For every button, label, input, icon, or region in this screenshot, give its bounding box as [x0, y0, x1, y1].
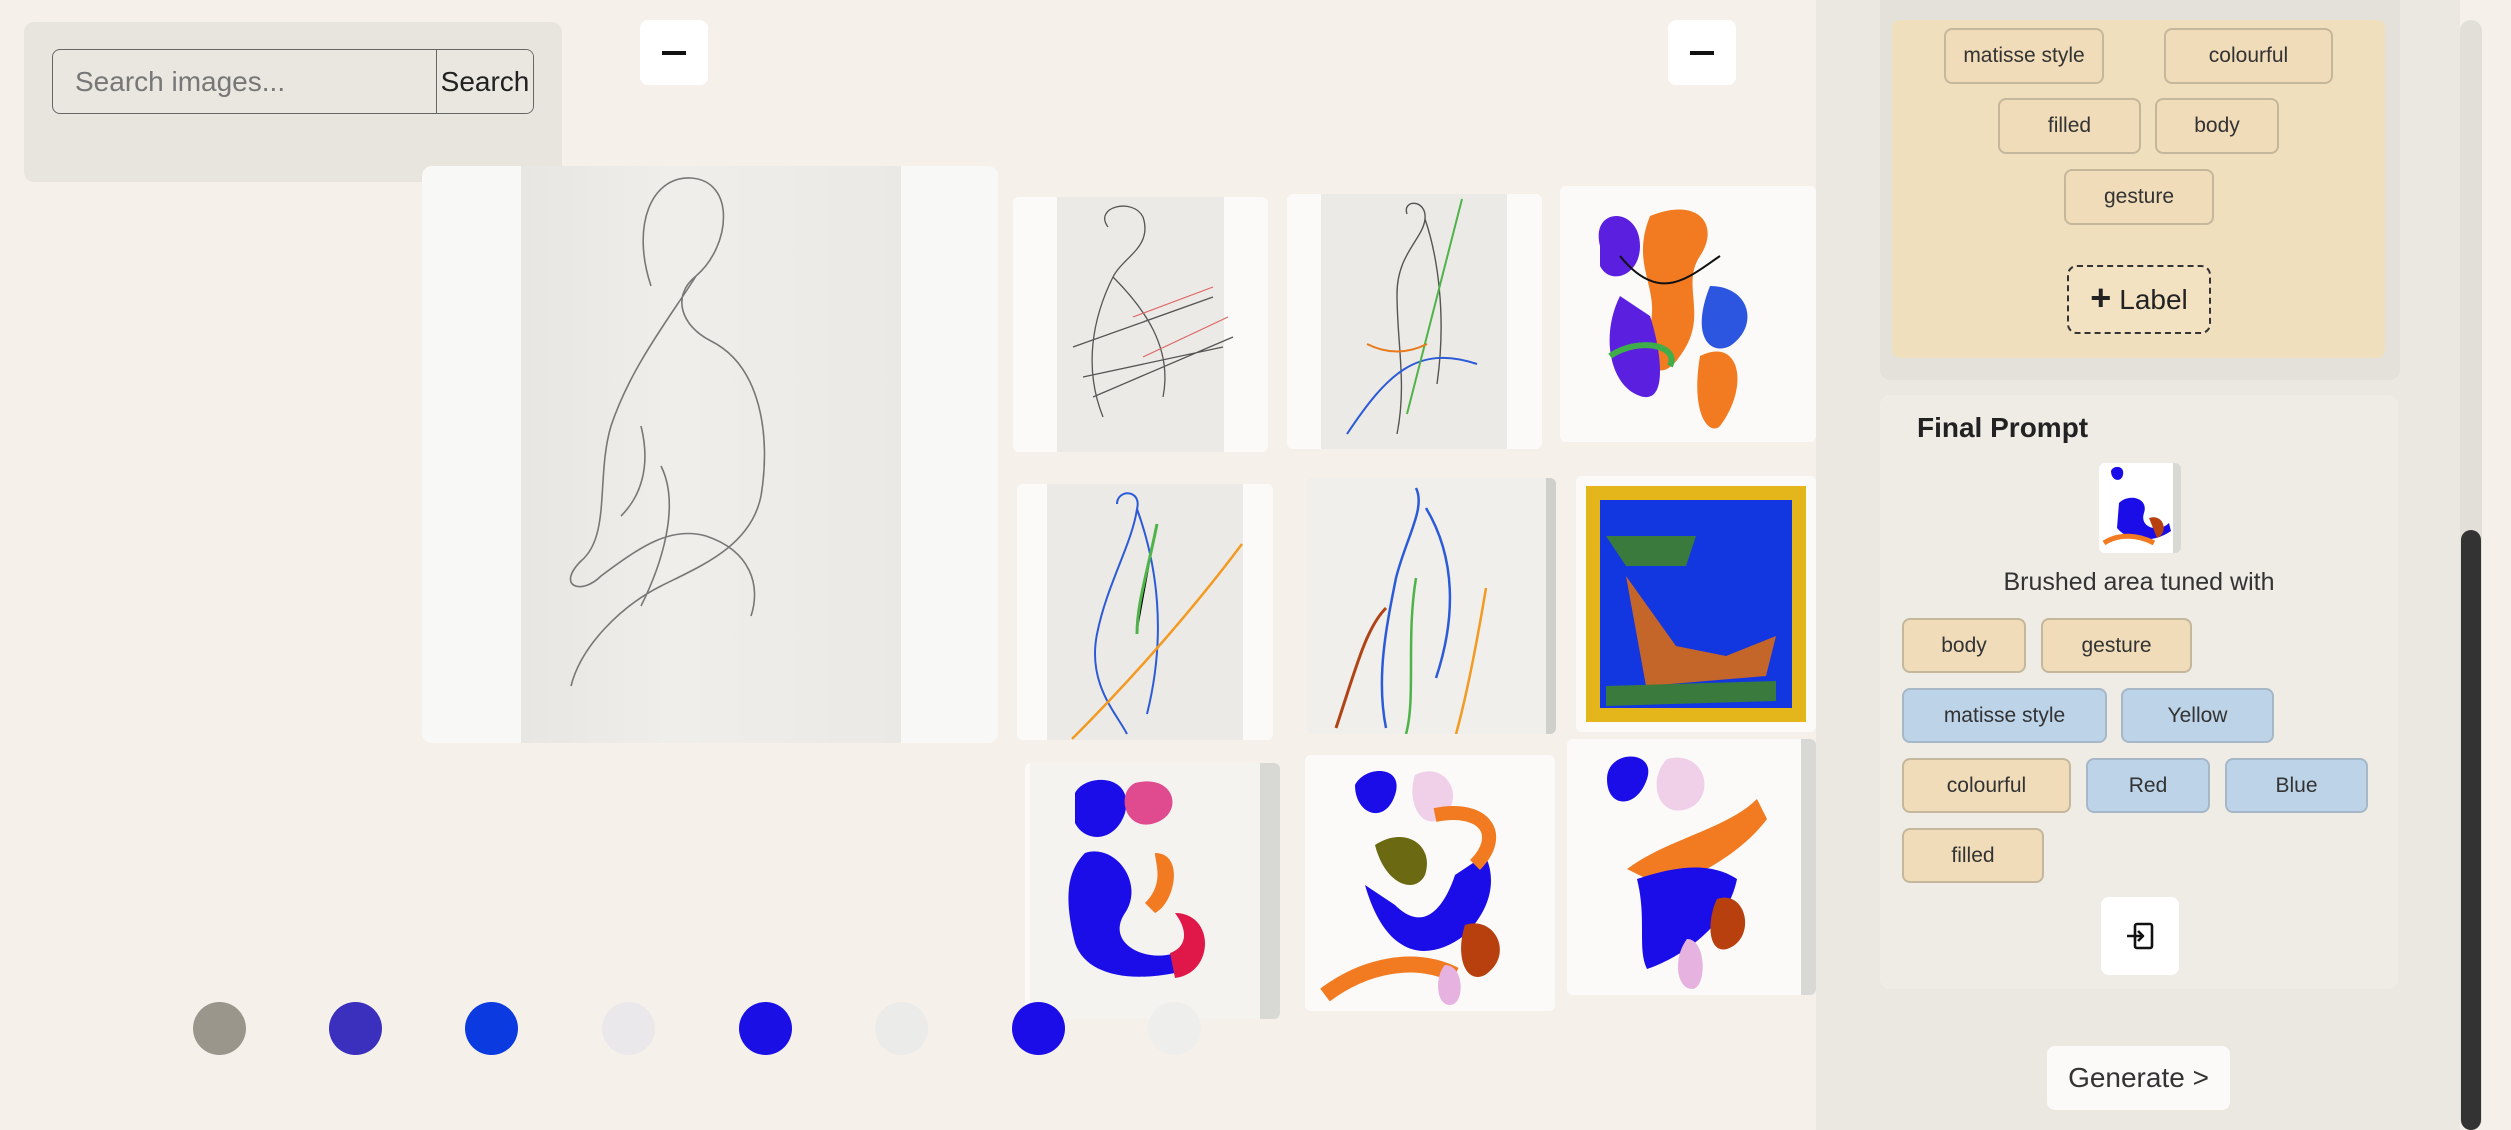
colorful-abstract-image	[1607, 739, 1816, 995]
color-swatch[interactable]	[329, 1002, 382, 1055]
thumbnail-image-8[interactable]	[1305, 755, 1555, 1011]
minimize-grid-button[interactable]	[1668, 20, 1736, 85]
thumbnail-image-9[interactable]	[1567, 739, 1816, 995]
prompt-chip[interactable]: filled	[1902, 828, 2044, 883]
sketch-image	[1057, 197, 1234, 452]
colorful-abstract-image	[1320, 771, 1500, 1005]
color-swatch[interactable]	[1148, 1002, 1201, 1055]
label-chip[interactable]: body	[2155, 98, 2279, 154]
color-swatch[interactable]	[739, 1002, 792, 1055]
color-swatch[interactable]	[465, 1002, 518, 1055]
colorful-abstract-image	[1598, 209, 1748, 429]
color-swatch[interactable]	[193, 1002, 246, 1055]
prompt-chip[interactable]: Red	[2086, 758, 2210, 813]
plus-icon: +	[2090, 276, 2112, 318]
final-prompt-thumbnail	[2099, 463, 2181, 553]
color-swatch[interactable]	[875, 1002, 928, 1055]
thumbnail-image-4[interactable]	[1017, 484, 1273, 740]
add-label-text: Label	[2119, 283, 2188, 315]
search-box: Search	[52, 49, 534, 114]
thumbnail-image-7[interactable]	[1025, 763, 1280, 1019]
search-panel: Search	[24, 22, 562, 182]
sketch-image	[1321, 194, 1507, 449]
color-swatch[interactable]	[602, 1002, 655, 1055]
label-chip[interactable]: gesture	[2064, 169, 2214, 225]
minus-icon	[662, 50, 686, 55]
sketch-image	[1047, 484, 1243, 740]
label-chip[interactable]: matisse style	[1944, 28, 2104, 84]
export-icon	[2127, 922, 2154, 950]
prompt-chip[interactable]: body	[1902, 618, 2026, 673]
minus-icon	[1690, 50, 1714, 55]
main-image-canvas[interactable]	[422, 166, 998, 743]
framed-abstract-image	[1586, 486, 1806, 722]
main-image-paper	[521, 166, 901, 743]
thumbnail-image-2[interactable]	[1287, 194, 1542, 449]
export-button[interactable]	[2101, 897, 2179, 975]
thumbnail-image-1[interactable]	[1013, 197, 1268, 452]
prompt-chip[interactable]: Yellow	[2121, 688, 2274, 743]
line-drawing-image	[569, 177, 766, 687]
thumbnail-image-5[interactable]	[1306, 478, 1556, 734]
label-chip[interactable]: colourful	[2164, 28, 2333, 84]
prompt-chip[interactable]: matisse style	[1902, 688, 2107, 743]
final-prompt-title: Final Prompt	[1917, 412, 2089, 443]
prompt-chip[interactable]: colourful	[1902, 758, 2071, 813]
thumbnail-image-6[interactable]	[1576, 476, 1816, 732]
colorful-abstract-image	[1030, 763, 1280, 1019]
prompt-chip[interactable]: Blue	[2225, 758, 2368, 813]
color-swatch[interactable]	[1012, 1002, 1065, 1055]
sketch-image	[1306, 478, 1556, 734]
add-label-button[interactable]: + Label	[2067, 265, 2211, 334]
search-button[interactable]: Search	[436, 50, 533, 113]
prompt-chip[interactable]: gesture	[2041, 618, 2192, 673]
final-prompt-text: Brushed area tuned with	[2003, 568, 2275, 596]
thumbnail-image-3[interactable]	[1560, 186, 1816, 442]
search-input[interactable]	[53, 50, 436, 113]
scrollbar-thumb[interactable]	[2461, 530, 2481, 1130]
label-chip[interactable]: filled	[1998, 98, 2141, 154]
colorful-abstract-image	[2102, 463, 2181, 553]
generate-button[interactable]: Generate >	[2047, 1046, 2230, 1110]
minimize-main-button[interactable]	[640, 20, 708, 85]
